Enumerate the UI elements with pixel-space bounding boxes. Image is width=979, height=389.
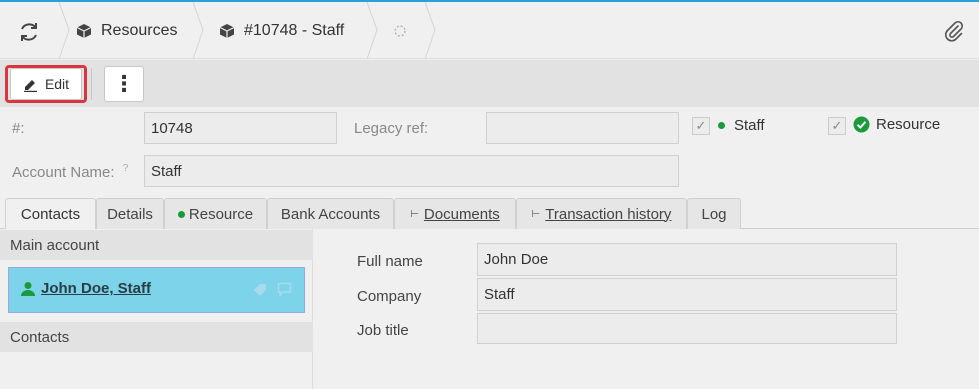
contacts-header: Contacts bbox=[0, 322, 313, 352]
tag-icon[interactable] bbox=[252, 282, 268, 298]
toolbar bbox=[0, 60, 979, 107]
legacy-ref-field[interactable] bbox=[486, 112, 679, 144]
toolbar-divider bbox=[91, 68, 92, 100]
staff-option: Staff bbox=[718, 117, 765, 134]
breadcrumb-label: Resources bbox=[101, 21, 178, 39]
account-name-field[interactable]: Staff bbox=[144, 155, 679, 187]
tree-icon: ⊢ bbox=[531, 208, 541, 220]
more-options-button[interactable]: ⋮ bbox=[104, 66, 144, 102]
status-dot-icon bbox=[718, 122, 725, 129]
cube-icon bbox=[219, 23, 235, 39]
more-vertical-icon: ⋮ bbox=[113, 71, 135, 96]
main-account-header: Main account bbox=[0, 230, 313, 260]
tab-contacts[interactable]: Contacts bbox=[5, 198, 96, 230]
full-name-label: Full name bbox=[357, 253, 423, 270]
legacy-ref-label: Legacy ref: bbox=[354, 120, 429, 137]
full-name-field[interactable]: John Doe bbox=[477, 243, 897, 276]
tab-bank-accounts[interactable]: Bank Accounts bbox=[267, 198, 394, 229]
cube-icon bbox=[76, 23, 92, 39]
edit-highlight-box bbox=[5, 65, 87, 103]
resource-checkbox[interactable]: ✓ bbox=[828, 117, 846, 135]
company-label: Company bbox=[357, 288, 422, 305]
breadcrumb-separator bbox=[424, 2, 436, 59]
person-icon bbox=[20, 281, 36, 297]
tab-transaction-history[interactable]: ⊢ Transaction history bbox=[516, 198, 687, 229]
contact-name-link[interactable]: John Doe, Staff bbox=[41, 280, 151, 297]
resource-label: Resource bbox=[876, 116, 941, 133]
refresh-icon[interactable] bbox=[17, 20, 41, 44]
contact-card[interactable]: John Doe, Staff bbox=[8, 267, 305, 313]
status-dot-icon bbox=[177, 210, 185, 218]
job-title-label: Job title bbox=[357, 322, 409, 339]
company-field[interactable]: Staff bbox=[477, 278, 897, 311]
help-icon[interactable]: ? bbox=[123, 163, 129, 174]
staff-label: Staff bbox=[734, 117, 765, 134]
tab-documents[interactable]: ⊢ Documents bbox=[394, 198, 516, 229]
resource-option: Resource bbox=[853, 116, 940, 133]
job-title-field[interactable] bbox=[477, 313, 897, 344]
staff-checkbox[interactable]: ✓ bbox=[692, 117, 710, 135]
tree-icon: ⊢ bbox=[410, 208, 419, 220]
breadcrumb-separator bbox=[58, 2, 70, 59]
tab-log[interactable]: Log bbox=[687, 198, 741, 229]
breadcrumb-separator bbox=[366, 2, 378, 59]
tab-resource[interactable]: Resource bbox=[164, 198, 267, 229]
breadcrumb-label: #10748 - Staff bbox=[244, 21, 345, 39]
check-circle-icon bbox=[853, 116, 870, 133]
breadcrumb-item-resources[interactable]: Resources bbox=[76, 2, 177, 59]
breadcrumb-separator bbox=[192, 2, 204, 59]
breadcrumb-item-staff[interactable]: #10748 - Staff bbox=[219, 2, 344, 59]
comment-icon[interactable] bbox=[277, 282, 292, 297]
tab-bar: Contacts Details Resource Bank Accounts … bbox=[0, 196, 979, 230]
number-label: #: bbox=[12, 120, 25, 137]
account-name-label: Account Name: ? bbox=[12, 163, 129, 181]
loading-spinner-icon bbox=[393, 24, 407, 38]
paperclip-icon[interactable] bbox=[944, 20, 964, 42]
breadcrumb: Resources #10748 - Staff bbox=[0, 2, 979, 59]
tab-details[interactable]: Details bbox=[96, 198, 164, 229]
number-field[interactable]: 10748 bbox=[144, 112, 337, 144]
